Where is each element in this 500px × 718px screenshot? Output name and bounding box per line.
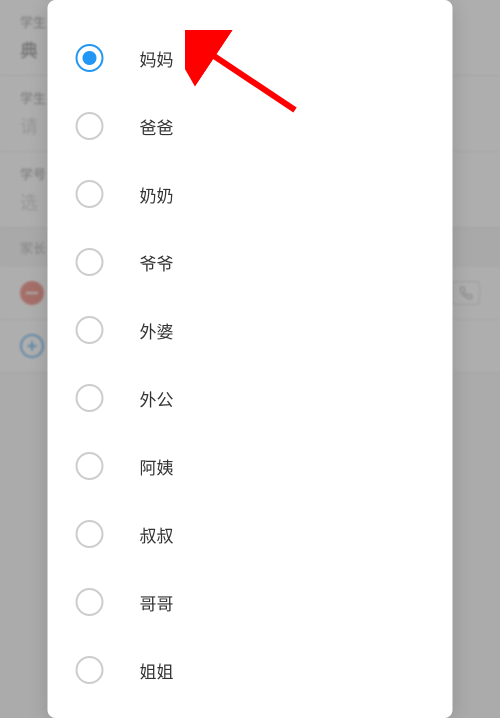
option-label: 哥哥: [140, 590, 174, 615]
option-maternal-grandmother[interactable]: 外婆: [48, 296, 453, 364]
option-label: 姐姐: [140, 658, 174, 683]
option-label: 外公: [140, 386, 174, 411]
option-older-sister[interactable]: 姐姐: [48, 636, 453, 704]
radio-icon: [76, 588, 104, 616]
option-paternal-grandfather[interactable]: 爷爷: [48, 228, 453, 296]
option-aunt[interactable]: 阿姨: [48, 432, 453, 500]
option-mother[interactable]: 妈妈: [48, 24, 453, 92]
option-father[interactable]: 爸爸: [48, 92, 453, 160]
radio-icon: [76, 248, 104, 276]
radio-icon: [76, 44, 104, 72]
option-guardian[interactable]: 家长: [48, 704, 453, 718]
option-label: 爷爷: [140, 250, 174, 275]
radio-icon: [76, 316, 104, 344]
radio-icon: [76, 112, 104, 140]
option-list: 妈妈 爸爸 奶奶 爷爷 外婆 外公 阿姨 叔叔: [48, 0, 453, 718]
option-label: 爸爸: [140, 114, 174, 139]
relationship-dialog: 妈妈 爸爸 奶奶 爷爷 外婆 外公 阿姨 叔叔: [48, 0, 453, 718]
option-label: 叔叔: [140, 522, 174, 547]
radio-icon: [76, 656, 104, 684]
option-label: 外婆: [140, 318, 174, 343]
option-label: 妈妈: [140, 46, 174, 71]
radio-icon: [76, 520, 104, 548]
option-maternal-grandfather[interactable]: 外公: [48, 364, 453, 432]
radio-icon: [76, 180, 104, 208]
option-older-brother[interactable]: 哥哥: [48, 568, 453, 636]
option-label: 奶奶: [140, 182, 174, 207]
option-label: 阿姨: [140, 454, 174, 479]
radio-icon: [76, 384, 104, 412]
option-uncle[interactable]: 叔叔: [48, 500, 453, 568]
radio-icon: [76, 452, 104, 480]
option-paternal-grandmother[interactable]: 奶奶: [48, 160, 453, 228]
